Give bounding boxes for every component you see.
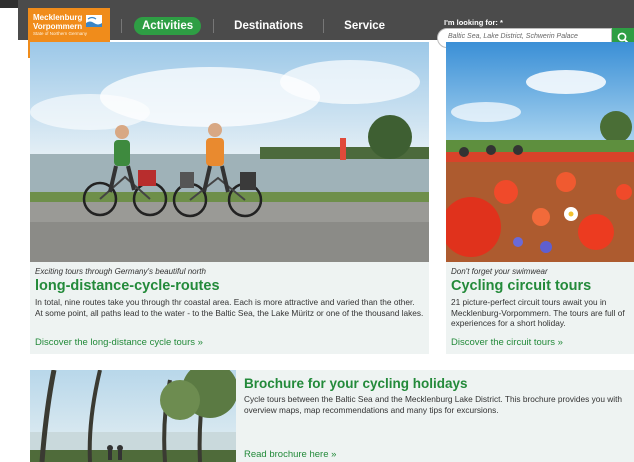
circuit-link[interactable]: Discover the circuit tours » <box>451 337 563 348</box>
long-distance-card: Exciting tours through Germany's beautif… <box>30 262 429 354</box>
main-nav: Activities Destinations Service <box>121 16 405 36</box>
long-distance-kicker: Exciting tours through Germany's beautif… <box>35 267 206 276</box>
nav-divider <box>121 19 122 33</box>
brochure-link[interactable]: Read brochure here » <box>244 449 336 460</box>
circuit-description: 21 picture-perfect circuit tours await y… <box>451 297 625 328</box>
cyclists-photo[interactable] <box>30 42 429 262</box>
long-distance-link[interactable]: Discover the long-distance cycle tours » <box>35 337 203 348</box>
circuit-kicker: Don't forget your swimwear <box>451 267 548 276</box>
search-label: I'm looking for: * <box>444 18 503 27</box>
brochure-description: Cycle tours between the Baltic Sea and t… <box>244 394 623 415</box>
brochure-card: Brochure for your cycling holidays Cycle… <box>236 370 634 462</box>
cyclists-image <box>30 42 429 262</box>
nav-destinations[interactable]: Destinations <box>226 17 311 35</box>
long-distance-description: In total, nine routes take you through t… <box>35 297 424 318</box>
poppy-field-photo[interactable] <box>446 42 634 262</box>
circuit-card: Don't forget your swimwear Cycling circu… <box>446 262 634 354</box>
brochure-title[interactable]: Brochure for your cycling holidays <box>244 376 626 391</box>
long-distance-title[interactable]: long-distance-cycle-routes <box>35 278 424 294</box>
brochure-photo[interactable] <box>30 370 236 462</box>
lake-trees-image <box>30 370 236 462</box>
logo-flag-icon <box>86 15 102 27</box>
circuit-title[interactable]: Cycling circuit tours <box>451 278 629 294</box>
nav-divider <box>213 19 215 33</box>
nav-service[interactable]: Service <box>336 17 393 35</box>
poppy-field-image <box>446 42 634 262</box>
logo-tagline: State of Northern Germany <box>33 31 88 36</box>
nav-divider <box>323 19 325 33</box>
nav-activities[interactable]: Activities <box>134 17 202 35</box>
